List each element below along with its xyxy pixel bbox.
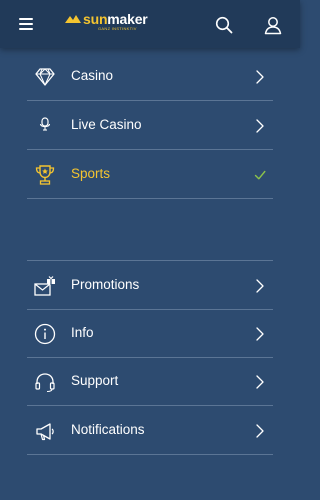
- chevron-right-icon: [256, 119, 264, 133]
- info-icon: [34, 323, 56, 345]
- menu-item-label: Support: [71, 373, 119, 388]
- logo-tagline: GANZ INSTINKTIV: [98, 26, 137, 31]
- menu-item-promotions[interactable]: Promotions: [27, 262, 273, 310]
- megaphone-icon: [36, 423, 54, 441]
- menu-item-info[interactable]: Info: [27, 310, 273, 358]
- chevron-right-icon: [256, 375, 264, 389]
- microphone-icon: [39, 117, 51, 131]
- diamond-icon: [35, 68, 55, 86]
- chevron-right-icon: [256, 70, 264, 84]
- menu-item-label: Casino: [71, 68, 114, 83]
- top-bar: sunmaker GANZ INSTINKTIV: [0, 0, 300, 48]
- menu-item-sports[interactable]: Sports: [27, 151, 273, 199]
- logo-wordmark: sunmaker: [83, 11, 148, 27]
- trophy-icon: [35, 165, 55, 185]
- menu-item-label: Info: [71, 325, 94, 340]
- chevron-right-icon: [256, 279, 264, 293]
- divider: [27, 260, 273, 261]
- logo-sun-icon: [65, 15, 81, 23]
- gift-envelope-icon: [34, 276, 55, 296]
- search-icon[interactable]: [215, 16, 233, 34]
- chevron-right-icon: [256, 424, 264, 438]
- menu-item-label: Live Casino: [71, 117, 142, 132]
- menu-item-notifications[interactable]: Notifications: [27, 407, 273, 455]
- menu-item-casino[interactable]: Casino: [27, 53, 273, 101]
- menu-item-support[interactable]: Support: [27, 358, 273, 406]
- menu-item-label: Notifications: [71, 422, 145, 437]
- menu-item-label: Promotions: [71, 277, 140, 292]
- headset-icon: [35, 373, 55, 393]
- menu-item-live-casino[interactable]: Live Casino: [27, 102, 273, 150]
- user-account-icon[interactable]: [263, 15, 283, 35]
- checkmark-icon: [254, 170, 266, 180]
- sunmaker-logo[interactable]: sunmaker GANZ INSTINKTIV: [64, 11, 148, 32]
- hamburger-menu-icon[interactable]: [19, 18, 33, 30]
- menu-item-label: Sports: [71, 166, 111, 181]
- chevron-right-icon: [256, 327, 264, 341]
